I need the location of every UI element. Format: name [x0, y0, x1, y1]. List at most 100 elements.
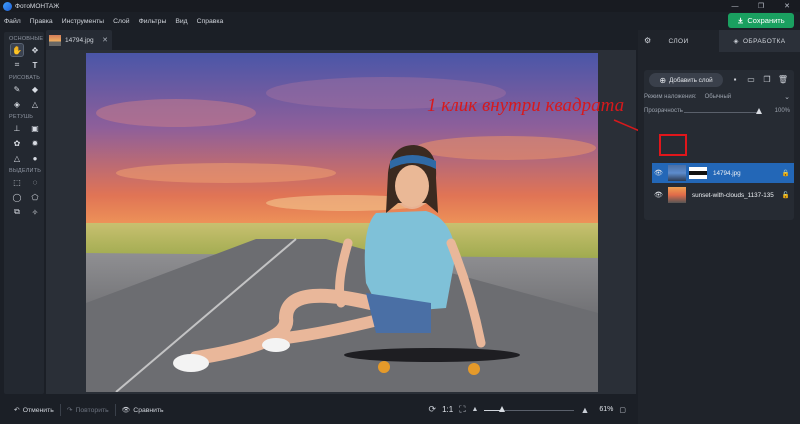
zoom-out-icon[interactable]: ▲	[472, 406, 479, 413]
tab-layers-label: СЛОИ	[668, 37, 689, 45]
blend-mode-label: Режим наложения:	[644, 94, 697, 100]
save-button[interactable]: Сохранить	[728, 13, 794, 28]
window-controls: — ❐ ✕	[722, 0, 800, 12]
opacity-slider[interactable]	[684, 112, 760, 113]
minimize-button[interactable]: —	[722, 0, 748, 12]
lasso-icon[interactable]: ◯	[11, 191, 23, 203]
layers-stack-icon: ◈	[733, 38, 739, 45]
tools-panel: ОСНОВНЫЕ ✋ ✥ ⌗ T РИСОВАТЬ ✎ ◆ ◈ △ РЕТУШЬ…	[4, 32, 44, 394]
redo-label: Повторить	[75, 406, 109, 414]
zoom-dropdown-icon[interactable]: ▢	[619, 406, 626, 414]
stamp-tool-icon[interactable]: ⊥	[11, 122, 23, 134]
menu-file[interactable]: Файл	[4, 18, 21, 25]
sharpen-tool-icon[interactable]: △	[11, 152, 23, 164]
compare-button[interactable]: 👁 Сравнить	[121, 406, 164, 415]
brush-tool-icon[interactable]: ✎	[11, 83, 23, 95]
polygon-lasso-icon[interactable]: ⬠	[29, 191, 41, 203]
visibility-eye-icon[interactable]: 👁	[654, 169, 664, 177]
visibility-eye-icon[interactable]: 👁	[654, 191, 664, 199]
menu-bar: Файл Правка Инструменты Слой Фильтры Вид…	[0, 12, 800, 30]
layer-thumbnail[interactable]	[668, 165, 686, 181]
magic-wand-icon[interactable]: ✧	[29, 206, 41, 218]
menu-tools[interactable]: Инструменты	[62, 18, 104, 25]
layer-name: sunset-with-clouds_1137-135	[692, 191, 774, 199]
undo-button[interactable]: ↶ Отменить	[14, 406, 54, 415]
menu-view[interactable]: Вид	[175, 18, 187, 25]
tools-section-basic: ОСНОВНЫЕ	[9, 36, 44, 42]
patch-tool-icon[interactable]: ▣	[29, 122, 41, 134]
add-layer-label: Добавить слой	[669, 76, 713, 84]
layer-mask-thumbnail[interactable]	[689, 167, 707, 179]
tab-thumbnail	[49, 34, 61, 46]
undo-icon: ↶	[14, 407, 20, 414]
plus-icon: ⊕	[659, 75, 667, 85]
shapes-tool-icon[interactable]: △	[29, 98, 41, 110]
instruction-annotation: 1 клик внутри квадрата	[427, 95, 625, 116]
rect-select-icon[interactable]: ⬚	[11, 176, 23, 188]
separator	[59, 404, 61, 416]
layer-row[interactable]: 👁 14794.jpg 🔒	[652, 163, 794, 183]
text-tool-icon[interactable]: T	[29, 59, 41, 71]
fit-screen-icon[interactable]: ⛶	[459, 404, 465, 415]
tab-name: 14794.jpg	[65, 36, 94, 44]
compare-label: Сравнить	[133, 406, 164, 414]
zoom-slider[interactable]	[484, 405, 575, 414]
lock-icon[interactable]: 🔒	[782, 169, 790, 177]
tools-section-retouch: РЕТУШЬ	[9, 114, 34, 120]
app-title: ФотоМОНТАЖ	[15, 2, 60, 10]
zoom-slider-thumb[interactable]	[499, 405, 506, 412]
sliders-icon: ⚙	[644, 36, 652, 45]
dodge-tool-icon[interactable]: ✹	[29, 137, 41, 149]
eye-icon: 👁	[121, 407, 131, 414]
tools-section-draw: РИСОВАТЬ	[9, 75, 41, 81]
healing-tool-icon[interactable]: ✿	[11, 137, 23, 149]
layer-row[interactable]: 👁 sunset-with-clouds_1137-135 🔓	[652, 185, 794, 205]
new-layer-icon[interactable]: ▪	[730, 74, 740, 85]
opacity-row: Прозрачность 100%	[644, 105, 794, 117]
zoom-value: 61%	[599, 406, 614, 413]
hand-tool-icon[interactable]: ✋	[10, 43, 24, 57]
bottom-toolbar: ↶ Отменить ↷ Повторить 👁 Сравнить ⟳ 1:1 …	[0, 396, 636, 424]
tools-section-select: ВЫДЕЛИТЬ	[9, 168, 42, 174]
chevron-down-icon: ⌄	[784, 94, 790, 101]
tab-close-icon[interactable]: ✕	[102, 36, 108, 44]
layer-thumbnail[interactable]	[668, 187, 686, 203]
document-tab[interactable]: 14794.jpg ✕	[46, 30, 112, 50]
unlock-icon[interactable]: 🔓	[782, 191, 790, 199]
one-to-one-button[interactable]: 1:1	[442, 405, 453, 414]
magic-lasso-icon[interactable]: ⧉	[11, 206, 23, 218]
menu-edit[interactable]: Правка	[30, 18, 53, 25]
panel-tabs: ⚙ СЛОИ ◈ ОБРАБОТКА	[638, 30, 800, 52]
duplicate-icon[interactable]: ❐	[762, 74, 772, 85]
move-tool-icon[interactable]: ✥	[29, 44, 41, 56]
trash-icon[interactable]: 🗑	[778, 74, 788, 85]
title-bar: ФотоМОНТАЖ — ❐ ✕	[0, 0, 800, 12]
undo-label: Отменить	[22, 406, 54, 414]
layer-name: 14794.jpg	[713, 169, 741, 177]
opacity-slider-thumb[interactable]	[756, 108, 762, 114]
tab-layers[interactable]: ⚙ СЛОИ	[638, 30, 719, 52]
blur-tool-icon[interactable]: ●	[29, 152, 41, 164]
annotation-highlight-box	[659, 134, 687, 156]
blend-mode-row[interactable]: Режим наложения: Обычный ⌄	[644, 91, 794, 103]
redo-button[interactable]: ↷ Повторить	[67, 406, 109, 415]
zoom-in-icon[interactable]: ▲	[580, 405, 589, 415]
blend-mode-value: Обычный	[704, 94, 732, 100]
menu-help[interactable]: Справка	[197, 18, 224, 25]
ellipse-select-icon[interactable]: ◌	[29, 176, 41, 188]
menu-layer[interactable]: Слой	[113, 18, 130, 25]
opacity-value: 100%	[774, 108, 790, 114]
crop-tool-icon[interactable]: ⌗	[11, 59, 23, 71]
tab-processing-label: ОБРАБОТКА	[742, 37, 786, 45]
folder-icon[interactable]: ▭	[746, 74, 756, 85]
close-button[interactable]: ✕	[774, 0, 800, 12]
separator	[114, 404, 116, 416]
rotate-icon[interactable]: ⟳	[429, 404, 437, 415]
add-layer-button[interactable]: ⊕ Добавить слой	[649, 73, 723, 87]
zoom-controls: ⟳ 1:1 ⛶ ▲ ▲ 61% ▢	[429, 404, 626, 415]
fill-tool-icon[interactable]: ◈	[11, 98, 23, 110]
tab-processing[interactable]: ◈ ОБРАБОТКА	[719, 30, 800, 52]
menu-filters[interactable]: Фильтры	[139, 18, 167, 25]
maximize-button[interactable]: ❐	[748, 0, 774, 12]
eraser-tool-icon[interactable]: ◆	[29, 83, 41, 95]
